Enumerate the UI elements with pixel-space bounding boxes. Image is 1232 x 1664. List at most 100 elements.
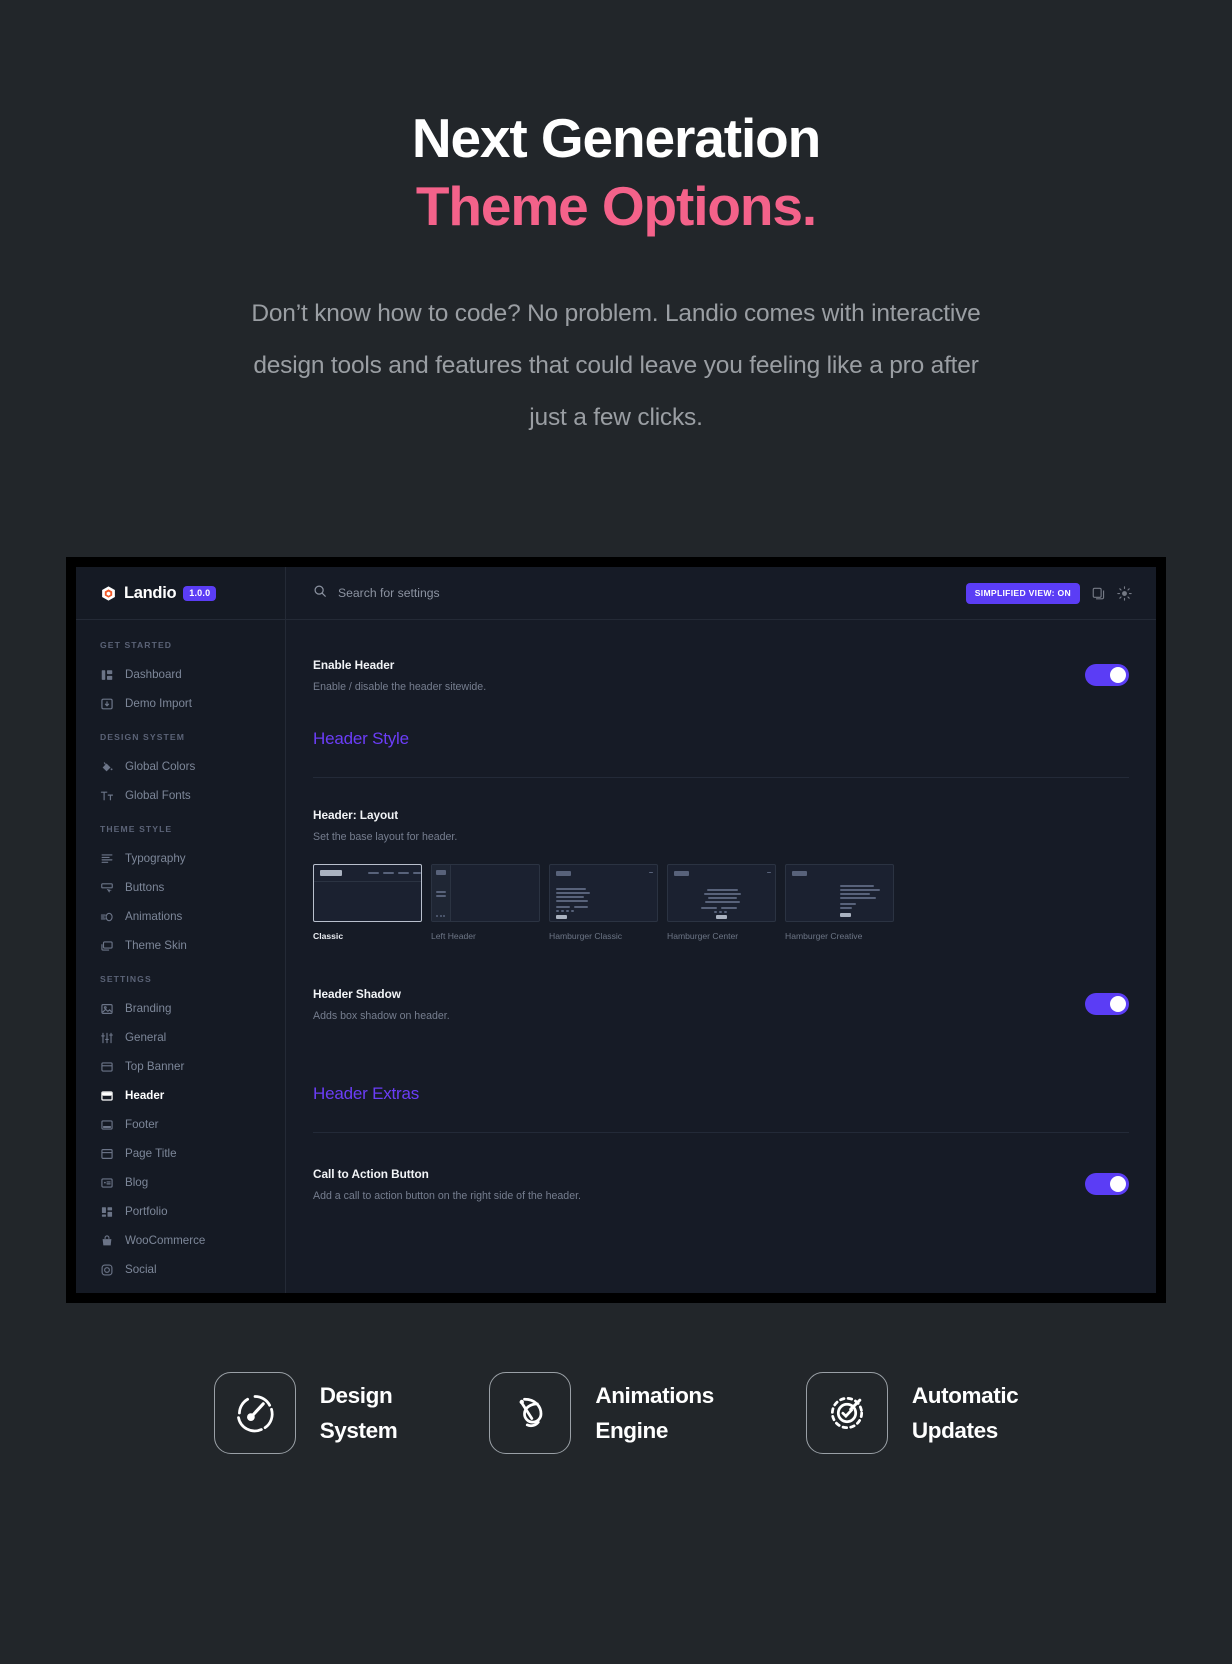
- layout-thumbnail[interactable]: [667, 864, 776, 922]
- feature-animations-engine: Animations Engine: [489, 1372, 714, 1454]
- sidebar-item-label: General: [125, 1031, 167, 1044]
- layout-thumbnail[interactable]: [785, 864, 894, 922]
- footer-icon: [100, 1118, 114, 1132]
- nav-group-settings-label: SETTINGS: [100, 974, 152, 984]
- sidebar-item-label: Top Banner: [125, 1060, 185, 1073]
- topbar: SIMPLIFIED VIEW: ON: [286, 567, 1156, 620]
- sidebar-item-global-colors[interactable]: Global Colors: [76, 752, 285, 781]
- demo-import-icon: [100, 697, 114, 711]
- animations-engine-icon: [489, 1372, 572, 1454]
- sidebar-item-typography[interactable]: Typography: [76, 844, 285, 873]
- title-line-1: Next Generation: [411, 107, 821, 169]
- section-title: Header Extras: [313, 1084, 420, 1103]
- instagram-icon: [100, 1263, 114, 1277]
- layout-option-hamburger-center[interactable]: Hamburger Center: [667, 864, 776, 941]
- sidebar-item-global-fonts[interactable]: Global Fonts: [76, 781, 285, 810]
- sidebar-item-label: Branding: [125, 1002, 172, 1015]
- search-input[interactable]: [338, 586, 638, 600]
- settings-body: Enable Header Enable / disable the heade…: [286, 620, 1156, 1293]
- layout-option-hamburger-classic[interactable]: Hamburger Classic: [549, 864, 658, 941]
- layout-label: Hamburger Creative: [785, 931, 863, 941]
- feature-label: Automatic Updates: [911, 1383, 1019, 1443]
- sidebar-item-label: Animations: [125, 910, 183, 923]
- layout-option-classic[interactable]: Classic: [313, 864, 422, 941]
- sidebar: Landio 1.0.0 GET STARTED Dashboard Demo …: [76, 567, 286, 1293]
- setting-description: Adds box shadow on header.: [313, 1010, 450, 1022]
- feature-design-system: Design System: [213, 1372, 398, 1454]
- enable-header-toggle[interactable]: [1085, 664, 1129, 686]
- header-icon: [100, 1089, 114, 1103]
- typography-tt-icon: [100, 789, 114, 803]
- brand-name: Landio: [124, 583, 177, 602]
- sidebar-item-label: Page Title: [125, 1147, 177, 1160]
- theme-options-app: Landio 1.0.0 GET STARTED Dashboard Demo …: [76, 567, 1156, 1293]
- setting-description: Enable / disable the header sitewide.: [313, 681, 487, 693]
- sidebar-item-label: Header: [125, 1089, 165, 1102]
- top-banner-icon: [100, 1060, 114, 1074]
- layout-thumbnail[interactable]: [431, 864, 540, 922]
- setting-title: Header Shadow: [313, 987, 401, 1001]
- setting-description: Add a call to action button on the right…: [313, 1190, 581, 1202]
- layout-option-hamburger-creative[interactable]: Hamburger Creative: [785, 864, 894, 941]
- sidebar-item-label: Demo Import: [125, 697, 193, 710]
- page-title-icon: [100, 1147, 114, 1161]
- simplified-view-toggle[interactable]: SIMPLIFIED VIEW: ON: [965, 582, 1080, 604]
- setting-title: Enable Header: [313, 658, 395, 672]
- sidebar-item-blog[interactable]: Blog: [76, 1168, 285, 1197]
- layers-icon: [100, 939, 114, 953]
- main-panel: SIMPLIFIED VIEW: ON: [286, 567, 1156, 1293]
- layout-thumbnail[interactable]: [549, 864, 658, 922]
- paint-bucket-icon: [100, 760, 114, 774]
- sidebar-item-label: Footer: [125, 1118, 159, 1131]
- call-to-action-toggle[interactable]: [1085, 1173, 1129, 1195]
- sidebar-item-portfolio[interactable]: Portfolio: [76, 1197, 285, 1226]
- sidebar-item-page-title[interactable]: Page Title: [76, 1139, 285, 1168]
- setting-enable-header: Enable Header Enable / disable the heade…: [313, 620, 1129, 693]
- layout-label: Classic: [313, 931, 344, 941]
- sidebar-item-branding[interactable]: Branding: [76, 994, 285, 1023]
- version-badge: 1.0.0: [183, 585, 217, 601]
- layout-thumbnail[interactable]: [313, 864, 422, 922]
- sidebar-item-buttons[interactable]: Buttons: [76, 873, 285, 902]
- sidebar-item-label: Global Fonts: [125, 789, 191, 802]
- layout-label: Left Header: [431, 931, 476, 941]
- sidebar-item-dashboard[interactable]: Dashboard: [76, 660, 285, 689]
- setting-title: Call to Action Button: [313, 1167, 429, 1181]
- header-shadow-toggle[interactable]: [1085, 993, 1129, 1015]
- sidebar-item-footer[interactable]: Footer: [76, 1110, 285, 1139]
- setting-title: Header: Layout: [313, 808, 399, 822]
- setting-copy: Header Shadow Adds box shadow on header.: [313, 987, 450, 1022]
- app-window-frame: Landio 1.0.0 GET STARTED Dashboard Demo …: [66, 557, 1166, 1303]
- sidebar-item-animations[interactable]: Animations: [76, 902, 285, 931]
- layout-option-left-header[interactable]: Left Header: [431, 864, 540, 941]
- sidebar-item-header[interactable]: Header: [76, 1081, 285, 1110]
- sidebar-item-demo-import[interactable]: Demo Import: [76, 689, 285, 718]
- setting-description: Set the base layout for header.: [313, 831, 458, 843]
- sliders-icon: [100, 1031, 114, 1045]
- sidebar-item-label: Portfolio: [125, 1205, 168, 1218]
- header-style-section: Header Style: [313, 693, 1129, 778]
- brightness-icon[interactable]: [1117, 585, 1132, 601]
- sidebar-item-label: Dashboard: [125, 668, 182, 681]
- header-extras-section: Header Extras: [313, 1022, 1129, 1133]
- sidebar-item-label: WooCommerce: [125, 1234, 206, 1247]
- sidebar-item-theme-skin[interactable]: Theme Skin: [76, 931, 285, 960]
- setting-copy: Enable Header Enable / disable the heade…: [313, 658, 486, 693]
- sidebar-item-label: Typography: [125, 852, 186, 865]
- search-area: [313, 584, 955, 603]
- sidebar-nav: GET STARTED Dashboard Demo Import DESIGN…: [76, 620, 285, 1284]
- setting-header-shadow: Header Shadow Adds box shadow on header.: [313, 941, 1129, 1022]
- blog-icon: [100, 1176, 114, 1190]
- title-line-2: Theme Options.: [415, 175, 817, 237]
- sidebar-item-top-banner[interactable]: Top Banner: [76, 1052, 285, 1081]
- sidebar-item-woocommerce[interactable]: WooCommerce: [76, 1226, 285, 1255]
- copy-icon[interactable]: [1091, 586, 1106, 601]
- landio-theme-options-page: Next Generation Theme Options. Don’t kno…: [0, 0, 1232, 1664]
- image-icon: [100, 1002, 114, 1016]
- setting-copy: Call to Action Button Add a call to acti…: [313, 1167, 581, 1202]
- toggle-knob: [1110, 1176, 1126, 1192]
- layout-label: Hamburger Classic: [549, 931, 623, 941]
- sidebar-item-social[interactable]: Social: [76, 1255, 285, 1284]
- sidebar-item-label: Blog: [125, 1176, 149, 1189]
- sidebar-item-general[interactable]: General: [76, 1023, 285, 1052]
